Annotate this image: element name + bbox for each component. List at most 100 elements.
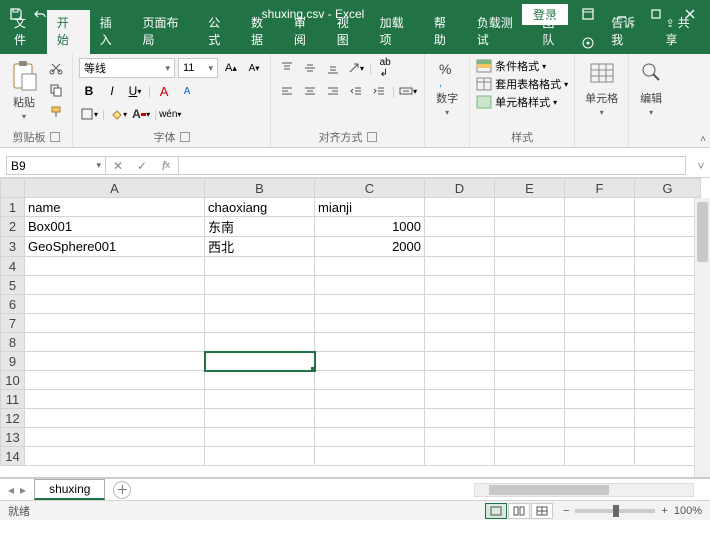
tab-addins[interactable]: 加载项 [370,10,424,54]
cell[interactable] [425,237,495,257]
tellme-icon[interactable] [575,32,601,54]
align-middle-icon[interactable] [300,58,320,78]
select-all-corner[interactable] [1,179,25,198]
row-header[interactable]: 11 [1,390,25,409]
cell[interactable] [205,314,315,333]
bold-icon[interactable]: B [79,81,99,101]
tab-file[interactable]: 文件 [4,10,47,54]
cell[interactable] [25,314,205,333]
paste-button[interactable]: 粘贴 ▾ [6,58,42,123]
new-sheet-icon[interactable]: ＋ [113,481,131,499]
cell[interactable] [565,371,635,390]
zoom-out-icon[interactable]: − [563,505,569,517]
cell[interactable] [495,237,565,257]
cell[interactable] [205,257,315,276]
alignment-launcher[interactable] [367,132,377,142]
cell[interactable] [495,217,565,237]
cell[interactable] [495,314,565,333]
cell[interactable] [565,217,635,237]
cell[interactable]: 东南 [205,217,315,237]
align-left-icon[interactable] [277,81,297,101]
row-header[interactable]: 2 [1,217,25,237]
tab-loadtest[interactable]: 负载测试 [467,10,533,54]
orientation-icon[interactable]: ▾ [346,58,366,78]
cell[interactable] [205,447,315,466]
row-header[interactable]: 6 [1,295,25,314]
row-header[interactable]: 13 [1,428,25,447]
row-header[interactable]: 14 [1,447,25,466]
cell[interactable] [205,276,315,295]
cell[interactable]: chaoxiang [205,198,315,217]
cell[interactable]: 西北 [205,237,315,257]
cell[interactable] [495,371,565,390]
horizontal-scrollbar[interactable] [474,483,694,497]
normal-view-icon[interactable] [485,503,507,519]
cell[interactable] [315,371,425,390]
column-header[interactable]: B [205,179,315,198]
align-bottom-icon[interactable] [323,58,343,78]
cell[interactable] [565,428,635,447]
font-name-combo[interactable]: 等线▾ [79,58,175,78]
cell[interactable] [205,409,315,428]
cell[interactable] [205,390,315,409]
cell[interactable] [565,409,635,428]
conditional-formatting-button[interactable]: 条件格式▾ [476,58,546,74]
row-header[interactable]: 3 [1,237,25,257]
cell[interactable] [425,198,495,217]
format-as-table-button[interactable]: 套用表格格式▾ [476,76,568,92]
cell[interactable] [315,276,425,295]
cell[interactable] [495,333,565,352]
name-box[interactable]: B9▾ [6,156,106,175]
cell[interactable] [635,217,701,237]
vertical-scrollbar[interactable] [694,198,710,477]
cell[interactable] [205,428,315,447]
row-header[interactable]: 8 [1,333,25,352]
cell[interactable] [635,390,701,409]
column-header[interactable]: D [425,179,495,198]
tab-pagelayout[interactable]: 页面布局 [133,10,199,54]
shrink-font-icon[interactable]: A▾ [244,58,264,78]
font-launcher[interactable] [180,132,190,142]
cell[interactable] [425,352,495,371]
zoom-slider[interactable] [575,509,655,513]
font-shrink-a-icon[interactable]: A [177,81,197,101]
cell[interactable] [425,217,495,237]
cell[interactable]: Box001 [25,217,205,237]
sheet-tab-active[interactable]: shuxing [34,479,105,500]
cell[interactable] [425,295,495,314]
cell[interactable] [495,352,565,371]
cell[interactable] [635,352,701,371]
tab-review[interactable]: 审阅 [284,10,327,54]
editing-button[interactable]: 编辑 ▾ [635,58,667,119]
formula-input[interactable] [179,156,686,175]
increase-indent-icon[interactable] [369,81,389,101]
cell[interactable] [205,295,315,314]
cell[interactable] [25,257,205,276]
cell[interactable] [635,371,701,390]
cell[interactable] [565,333,635,352]
font-grow-a-icon[interactable]: A [154,81,174,101]
cell[interactable] [495,276,565,295]
cell[interactable] [25,352,205,371]
cell[interactable] [425,409,495,428]
cell[interactable] [565,237,635,257]
cell[interactable] [315,314,425,333]
zoom-value[interactable]: 100% [674,505,702,517]
font-color-icon[interactable]: A▾ [131,104,151,124]
cell[interactable] [635,276,701,295]
cell[interactable] [315,390,425,409]
border-icon[interactable]: ▾ [79,104,99,124]
cell[interactable] [25,428,205,447]
clipboard-launcher[interactable] [50,132,60,142]
cell[interactable] [25,409,205,428]
cell[interactable] [495,295,565,314]
ribbon-display-icon[interactable] [574,0,602,28]
sheet-nav-next-icon[interactable]: ▸ [18,483,28,497]
align-right-icon[interactable] [323,81,343,101]
cancel-formula-icon[interactable]: ✕ [106,156,130,176]
cell[interactable] [425,428,495,447]
merge-center-icon[interactable]: ▾ [398,81,418,101]
cell[interactable] [565,198,635,217]
cell[interactable] [25,333,205,352]
collapse-ribbon-icon[interactable]: ˄ [700,134,706,145]
